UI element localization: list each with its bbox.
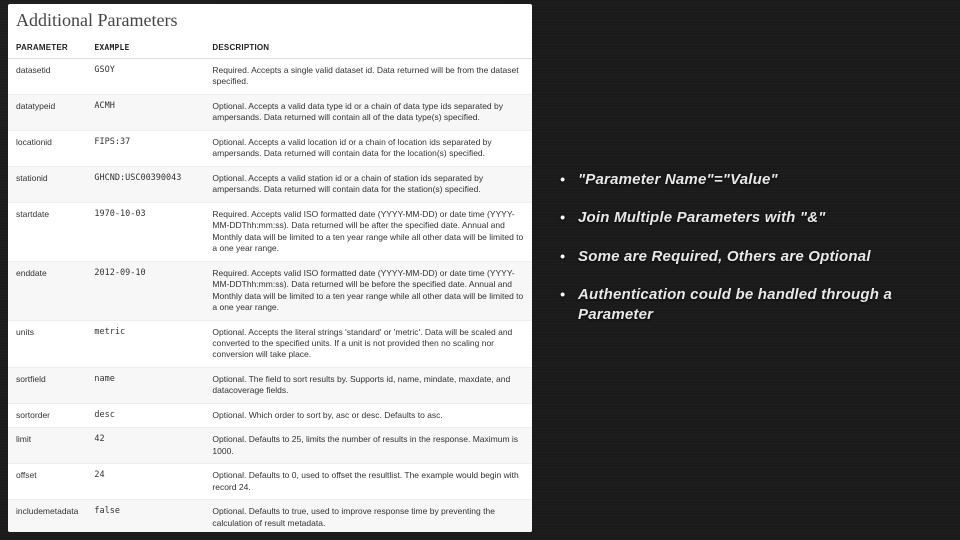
documentation-card: Additional Parameters PARAMETER EXAMPLE … [8, 4, 532, 532]
header-description: DESCRIPTION [204, 37, 532, 59]
bullet-item: Join Multiple Parameters with "&" [560, 208, 940, 228]
cell-parameter: limit [8, 428, 86, 464]
cell-example: GSOY [86, 59, 204, 95]
bullet-list: "Parameter Name"="Value" Join Multiple Pa… [560, 170, 940, 343]
cell-description: Optional. Defaults to 25, limits the num… [204, 428, 532, 464]
table-row: includemetadatafalseOptional. Defaults t… [8, 500, 532, 532]
cell-parameter: units [8, 320, 86, 367]
cell-parameter: offset [8, 464, 86, 500]
cell-parameter: locationid [8, 130, 86, 166]
table-row: offset24Optional. Defaults to 0, used to… [8, 464, 532, 500]
cell-parameter: stationid [8, 166, 86, 202]
table-row: datasetidGSOYRequired. Accepts a single … [8, 59, 532, 95]
parameters-table: PARAMETER EXAMPLE DESCRIPTION datasetidG… [8, 37, 532, 532]
table-row: datatypeidACMHOptional. Accepts a valid … [8, 94, 532, 130]
cell-example: name [86, 367, 204, 403]
table-row: stationidGHCND:USC00390043Optional. Acce… [8, 166, 532, 202]
table-header-row: PARAMETER EXAMPLE DESCRIPTION [8, 37, 532, 59]
table-row: limit42Optional. Defaults to 25, limits … [8, 428, 532, 464]
cell-example: 24 [86, 464, 204, 500]
cell-parameter: startdate [8, 202, 86, 261]
cell-example: FIPS:37 [86, 130, 204, 166]
cell-parameter: sortorder [8, 403, 86, 427]
table-row: locationidFIPS:37Optional. Accepts a val… [8, 130, 532, 166]
cell-example: desc [86, 403, 204, 427]
cell-example: metric [86, 320, 204, 367]
cell-example: 2012-09-10 [86, 261, 204, 320]
cell-example: false [86, 500, 204, 532]
cell-description: Required. Accepts valid ISO formatted da… [204, 261, 532, 320]
bullet-item: Authentication could be handled through … [560, 285, 940, 326]
cell-example: ACMH [86, 94, 204, 130]
cell-example: GHCND:USC00390043 [86, 166, 204, 202]
cell-description: Optional. Accepts a valid station id or … [204, 166, 532, 202]
cell-parameter: includemetadata [8, 500, 86, 532]
notes-panel: "Parameter Name"="Value" Join Multiple Pa… [540, 0, 960, 540]
cell-description: Optional. Accepts a valid data type id o… [204, 94, 532, 130]
cell-parameter: datasetid [8, 59, 86, 95]
cell-parameter: enddate [8, 261, 86, 320]
cell-description: Optional. Defaults to 0, used to offset … [204, 464, 532, 500]
table-row: sortorderdescOptional. Which order to so… [8, 403, 532, 427]
table-row: startdate1970-10-03Required. Accepts val… [8, 202, 532, 261]
documentation-panel: Additional Parameters PARAMETER EXAMPLE … [0, 0, 540, 540]
bullet-item: Some are Required, Others are Optional [560, 247, 940, 267]
header-parameter: PARAMETER [8, 37, 86, 59]
cell-example: 42 [86, 428, 204, 464]
cell-parameter: datatypeid [8, 94, 86, 130]
cell-description: Optional. Defaults to true, used to impr… [204, 500, 532, 532]
cell-description: Optional. Accepts a valid location id or… [204, 130, 532, 166]
table-row: sortfieldnameOptional. The field to sort… [8, 367, 532, 403]
cell-description: Optional. Accepts the literal strings 's… [204, 320, 532, 367]
table-row: unitsmetricOptional. Accepts the literal… [8, 320, 532, 367]
table-row: enddate2012-09-10Required. Accepts valid… [8, 261, 532, 320]
doc-title: Additional Parameters [8, 4, 532, 37]
cell-description: Optional. The field to sort results by. … [204, 367, 532, 403]
cell-example: 1970-10-03 [86, 202, 204, 261]
bullet-item: "Parameter Name"="Value" [560, 170, 940, 190]
cell-parameter: sortfield [8, 367, 86, 403]
cell-description: Required. Accepts a single valid dataset… [204, 59, 532, 95]
header-example: EXAMPLE [86, 37, 204, 59]
cell-description: Required. Accepts valid ISO formatted da… [204, 202, 532, 261]
cell-description: Optional. Which order to sort by, asc or… [204, 403, 532, 427]
